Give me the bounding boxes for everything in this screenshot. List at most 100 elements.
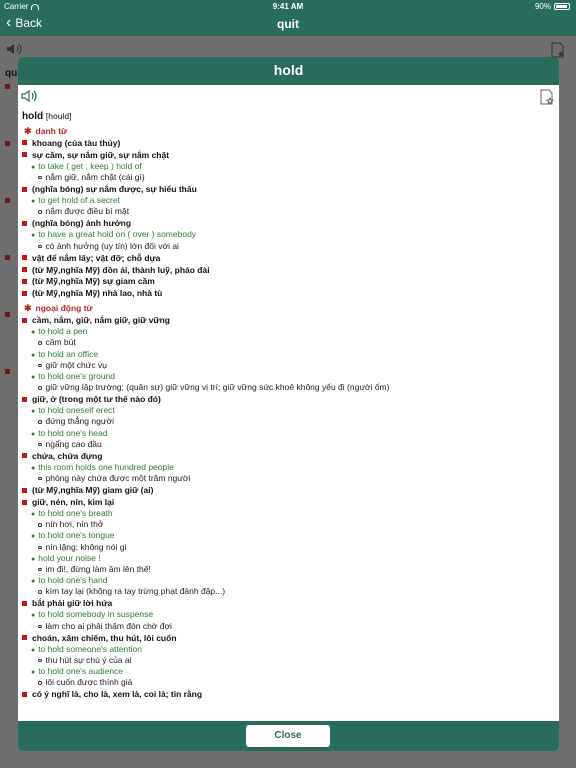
translation-text: lôi cuốn được thính giả [45,677,133,688]
definition-modal: hold hold [hould] ✱ danh từ khoang (của tà… [18,57,559,751]
square-bullet-icon [22,487,27,493]
example-translation: nín hơi, nín thở [22,519,552,530]
dot-bullet-icon: ● [31,408,36,416]
ring-bullet-icon [38,386,42,390]
example-translation: thu hút sự chú ý của ai [22,655,552,666]
example-phrase[interactable]: ● to hold a pen [22,326,552,337]
example-translation: cầm bút [22,337,552,348]
phonetic: [hould] [45,111,72,121]
example-translation: nín lặng; không nói gì [22,542,552,553]
ring-bullet-icon [38,624,42,629]
dot-bullet-icon: ● [31,232,36,240]
square-bullet-icon [22,255,27,261]
ring-bullet-icon [38,442,42,447]
example-phrase[interactable]: ● to hold one's hand [22,575,552,586]
example-phrase[interactable]: ● to hold someone's attention [22,644,552,655]
example-text: to hold an office [38,348,99,359]
translation-text: nín hơi, nín thở [45,519,104,530]
example-phrase[interactable]: ● to take ( get , keep ) hold of [22,161,552,172]
sense-row: (từ Mỹ,nghĩa Mỹ) nhà lao, nhà tù [22,287,552,299]
close-button[interactable]: Close [246,725,330,747]
sense-row: vật để nắm lấy; vật đỡ; chỗ dựa [22,252,552,264]
example-translation: có ảnh hưởng (uy tín) lớn đối với ai [22,241,552,252]
example-translation: nắm giữ, nắm chặt (cái gì) [22,172,552,183]
sense-meaning: giữ, ở (trong một tư thế nào đó) [32,394,161,405]
sense-meaning: (nghĩa bóng) ảnh hưởng [32,218,132,229]
sense-meaning: (từ Mỹ,nghĩa Mỹ) giam giữ (ai) [32,485,154,496]
translation-text: nắm giữ, nắm chặt (cái gì) [45,171,145,182]
example-phrase[interactable]: ● this room holds one hundred people [22,462,552,473]
example-text: to hold oneself erect [38,405,115,416]
ring-bullet-icon [38,681,42,685]
entries-list: ✱ danh từ khoang (của tàu thủy) sự cầm, sự … [22,125,552,700]
square-bullet-icon [22,499,27,505]
example-text: to get hold of a secret [38,195,120,206]
translation-text: im đi!, đừng làm ầm lên thế! [45,563,151,574]
example-phrase[interactable]: ● to hold somebody in suspense [22,609,552,620]
speaker-icon[interactable] [21,89,39,103]
background-headword: qu [5,68,18,79]
dot-bullet-icon: ● [31,646,36,654]
translation-text: thu hút sự chú ý của ai [45,654,132,665]
ring-bullet-icon [38,523,42,527]
square-bullet-icon [22,691,27,697]
example-text: to hold one's ground [38,370,115,381]
example-translation: lôi cuốn được thính giả [22,677,552,688]
sense-row: bắt phải giữ lời hứa [22,597,552,609]
sense-row: (từ Mỹ,nghĩa Mỹ) sự giam cầm [22,275,552,287]
example-text: this room holds one hundred people [38,461,174,472]
sense-row: khoang (của tàu thủy) [22,137,552,149]
dot-bullet-icon: ● [31,464,36,472]
square-bullet-icon [22,453,27,459]
example-text: to hold one's head [38,427,108,438]
example-phrase[interactable]: ● to hold oneself erect [22,405,552,416]
example-text: to hold one's tongue [38,530,115,541]
dot-bullet-icon: ● [31,533,36,541]
example-phrase[interactable]: ● to hold one's ground [22,371,552,382]
dot-bullet-icon: ● [31,430,36,438]
part-of-speech-label: ngoại động từ [35,303,93,314]
square-bullet-icon [22,220,27,226]
sense-row: (nghĩa bóng) ảnh hưởng [22,217,552,229]
example-phrase[interactable]: ● to hold one's head [22,428,552,439]
part-of-speech-label: danh từ [35,126,68,136]
bookmark-icon[interactable] [539,89,555,105]
example-phrase[interactable]: ● to hold an office [22,349,552,360]
square-bullet-icon [22,278,27,284]
battery-percent: 90% [534,2,551,11]
ring-bullet-icon [38,545,42,550]
example-phrase[interactable]: ● to have a great hold on ( over ) somebo… [22,229,552,240]
example-phrase[interactable]: ● hold your noise ! [22,553,552,564]
translation-text: cầm bút [45,337,76,348]
sense-row: cầm, nắm, giữ, nắm giữ, giữ vững [22,314,552,326]
dot-bullet-icon: ● [31,198,36,206]
square-bullet-icon [22,317,27,323]
square-bullet-icon [22,600,27,606]
ring-bullet-icon [38,341,42,345]
dot-bullet-icon: ● [31,555,36,563]
modal-body[interactable]: hold [hould] ✱ danh từ khoang (của tàu thủ… [18,85,559,721]
example-phrase[interactable]: ● to hold one's breath [22,508,552,519]
ring-bullet-icon [38,567,42,572]
example-phrase[interactable]: ● to get hold of a secret [22,195,552,206]
sense-meaning: chứa, chứa đựng [32,450,103,461]
example-phrase[interactable]: ● to hold one's audience [22,666,552,677]
example-translation: ngẩng cao đầu [22,439,552,450]
example-phrase[interactable]: ● to hold one's tongue [22,530,552,541]
asterisk-icon: ✱ [24,302,32,313]
battery-indicator: 90% [535,2,570,11]
sense-row: giữ, nén, nín, kìm lại [22,496,552,508]
example-translation: giữ vững lập trường; (quân sự) giữ vững … [22,382,552,393]
page-title: quit [277,17,299,31]
square-bullet-icon [22,290,27,296]
dot-bullet-icon: ● [31,351,36,359]
square-bullet-icon [22,140,27,146]
navigation-bar: Carrier 9:41 AM 90% ‹ Back quit [0,0,576,36]
dot-bullet-icon: ● [31,612,36,620]
asterisk-icon: ✱ [24,125,32,136]
ring-bullet-icon [38,363,42,368]
ring-bullet-icon [38,210,42,214]
example-translation: đứng thẳng người [22,416,552,427]
sense-meaning: (nghĩa bóng) sự nắm được, sự hiểu thấu [32,184,197,195]
translation-text: giữ vững lập trường; (quân sự) giữ vững … [45,382,390,393]
